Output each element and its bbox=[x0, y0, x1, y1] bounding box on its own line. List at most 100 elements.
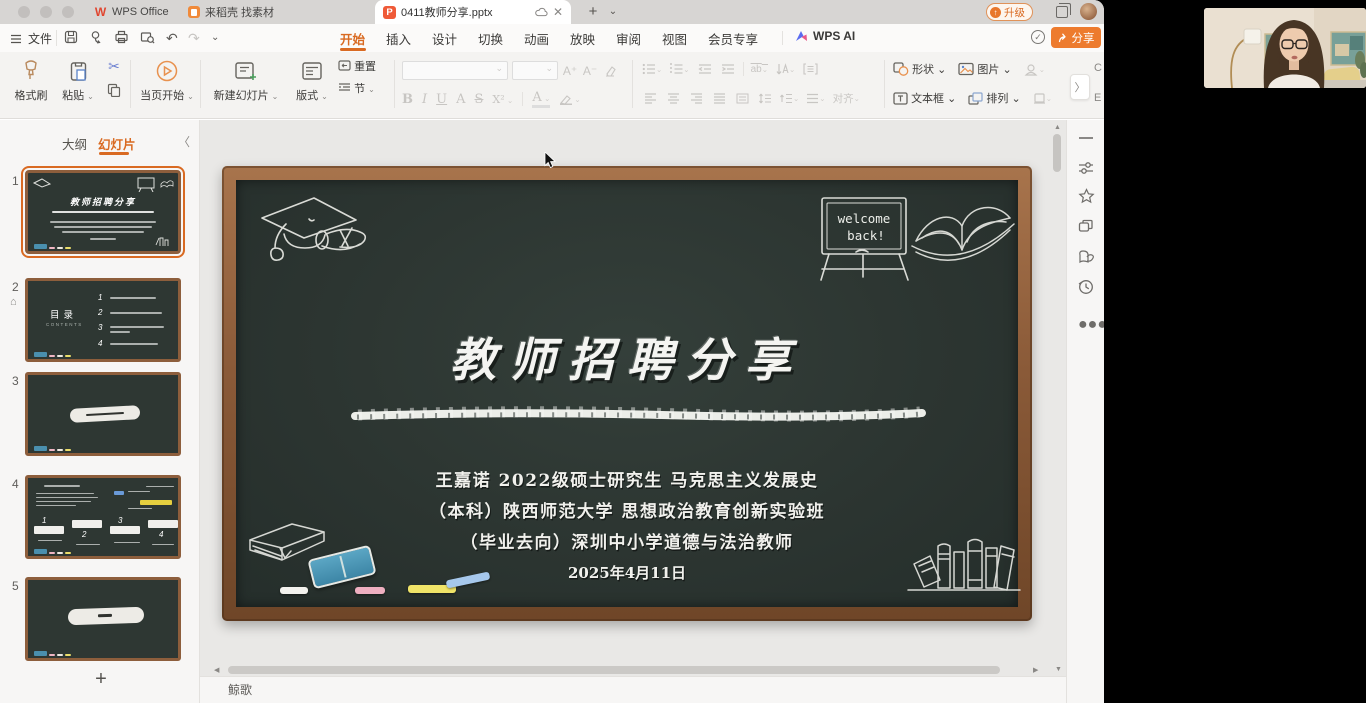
cut-icon[interactable]: ✂ bbox=[108, 58, 120, 75]
line-spacing-icon[interactable] bbox=[757, 90, 773, 106]
textbox-button[interactable]: 文本框 ⌄ bbox=[893, 90, 956, 106]
highlight-color-icon[interactable]: ⌄ bbox=[559, 91, 580, 107]
ribbon-expand-button[interactable]: 〉 bbox=[1070, 74, 1090, 100]
arrange-button[interactable]: 排列 ⌄ bbox=[968, 90, 1020, 106]
text-direction-icon[interactable]: ab ⌄ bbox=[751, 61, 768, 77]
slide-thumbnail-4[interactable]: 1 2 3 4 bbox=[25, 475, 181, 559]
picture-button[interactable]: 图片 ⌄ bbox=[958, 61, 1011, 77]
menu-tab-insert[interactable]: 插入 bbox=[386, 29, 411, 48]
print-icon[interactable] bbox=[114, 30, 129, 44]
slide-canvas[interactable]: welcome back! bbox=[200, 120, 1066, 676]
superscript-button[interactable]: X² ⌄ bbox=[492, 93, 513, 106]
tab-outline[interactable]: 大纲 bbox=[62, 134, 87, 153]
align-right-icon[interactable] bbox=[688, 90, 704, 106]
decrease-font-icon[interactable]: A⁻ bbox=[582, 63, 598, 79]
font-size-select[interactable] bbox=[512, 61, 558, 80]
character-button[interactable]: A bbox=[456, 92, 465, 107]
selection-pane-icon[interactable] bbox=[1078, 219, 1094, 234]
favorites-star-icon[interactable] bbox=[1078, 188, 1095, 204]
underline-button[interactable]: U bbox=[436, 92, 447, 107]
upgrade-button[interactable]: ↑ 升级 bbox=[986, 3, 1033, 21]
align-center-icon[interactable] bbox=[665, 90, 681, 106]
print-preview-icon[interactable] bbox=[140, 30, 155, 44]
save-icon[interactable] bbox=[64, 30, 78, 44]
sort-text-icon[interactable]: ⌄ bbox=[775, 61, 795, 77]
layout-button[interactable]: 版式 ⌄ bbox=[288, 58, 336, 103]
format-painter-button[interactable]: 格式刷 bbox=[8, 58, 54, 103]
paragraph-spacing-icon[interactable]: ⌄ bbox=[780, 90, 799, 106]
tab-list-chevron-icon[interactable]: ⌄ bbox=[604, 6, 622, 17]
slide-thumbnail-2[interactable]: 目录 CONTENTS 1 2 3 4 bbox=[25, 278, 181, 362]
insert-media-icon[interactable]: ⌄ bbox=[1024, 61, 1045, 77]
slide-thumbnail-3[interactable] bbox=[25, 372, 181, 456]
collapse-toolbar-icon[interactable] bbox=[1078, 136, 1094, 140]
bold-button[interactable]: B bbox=[402, 92, 413, 107]
strikethrough-button[interactable]: S bbox=[475, 92, 484, 107]
slide-body-text[interactable]: 王嘉诺 2022级硕士研究生 马克思主义发展史 （本科）陕西师范大学 思想政治教… bbox=[222, 466, 1032, 559]
paste-button[interactable]: 粘贴 ⌄ bbox=[56, 58, 100, 103]
menu-tab-home[interactable]: 开始 bbox=[340, 29, 365, 48]
redo-icon[interactable]: ↷ bbox=[188, 30, 200, 47]
menu-tab-transition[interactable]: 切换 bbox=[478, 29, 503, 48]
wps-ai-menu[interactable]: WPS AI bbox=[795, 29, 855, 43]
vertical-scrollbar[interactable] bbox=[1053, 134, 1061, 172]
tab-presentation-file[interactable]: P 0411教师分享.pptx ✕ bbox=[375, 0, 571, 24]
menu-tab-design[interactable]: 设计 bbox=[432, 29, 457, 48]
reset-button[interactable]: 重置 bbox=[338, 58, 376, 74]
clear-format-icon[interactable] bbox=[602, 63, 618, 79]
increase-font-icon[interactable]: A⁺ bbox=[562, 63, 578, 79]
export-icon[interactable] bbox=[90, 30, 104, 44]
slide-thumbnail-5[interactable] bbox=[25, 577, 181, 661]
scroll-left-arrow[interactable]: ◀ bbox=[214, 666, 219, 674]
undo-icon[interactable]: ↶ bbox=[166, 30, 178, 47]
menu-tab-slideshow[interactable]: 放映 bbox=[570, 29, 595, 48]
add-slide-button[interactable]: + bbox=[90, 668, 112, 691]
decrease-indent-icon[interactable] bbox=[697, 61, 713, 77]
scroll-down-arrow[interactable]: ▼ bbox=[1055, 666, 1062, 673]
distribute-text-icon[interactable] bbox=[734, 90, 750, 106]
tab-slides[interactable]: 幻灯片 bbox=[98, 134, 136, 153]
share-button[interactable]: 分享 bbox=[1051, 27, 1101, 48]
menu-tab-animation[interactable]: 动画 bbox=[524, 29, 549, 48]
align-left-icon[interactable] bbox=[642, 90, 658, 106]
insert-object-icon[interactable]: ⌄ bbox=[1033, 90, 1052, 106]
material-library-icon[interactable] bbox=[1078, 249, 1095, 265]
menu-tab-review[interactable]: 审阅 bbox=[616, 29, 641, 48]
font-family-select[interactable] bbox=[402, 61, 508, 80]
shapes-button[interactable]: 形状 ⌄ bbox=[893, 61, 946, 77]
tab-docer[interactable]: 来稻壳 找素材 bbox=[180, 0, 282, 24]
copy-icon[interactable] bbox=[107, 83, 121, 97]
quick-toolbar-chevron-icon[interactable]: ⌄ bbox=[211, 32, 219, 43]
increase-indent-icon[interactable] bbox=[720, 61, 736, 77]
properties-icon[interactable] bbox=[1078, 160, 1094, 176]
collapse-panel-icon[interactable]: 〈 bbox=[178, 133, 190, 150]
section-button[interactable]: 节 ⌄ bbox=[338, 80, 375, 96]
traffic-light-zoom[interactable] bbox=[62, 6, 74, 18]
numbered-list-icon[interactable]: ⌄ bbox=[669, 61, 689, 77]
scroll-right-arrow[interactable]: ▶ bbox=[1033, 666, 1038, 674]
font-color-button[interactable]: A ⌄ bbox=[532, 90, 550, 108]
more-tools-icon[interactable]: ●●● bbox=[1078, 316, 1104, 334]
bullet-list-icon[interactable]: ⌄ bbox=[642, 61, 662, 77]
user-avatar[interactable] bbox=[1080, 3, 1097, 20]
menu-tab-view[interactable]: 视图 bbox=[662, 29, 687, 48]
traffic-light-minimize[interactable] bbox=[40, 6, 52, 18]
new-slide-button[interactable]: 新建幻灯片 ⌄ bbox=[206, 58, 286, 103]
traffic-light-close[interactable] bbox=[18, 6, 30, 18]
file-menu[interactable]: 文件 bbox=[10, 30, 52, 47]
play-from-current-button[interactable]: 当页开始 ⌄ bbox=[136, 58, 198, 103]
slide-editor[interactable]: welcome back! bbox=[222, 166, 1032, 621]
notes-bar[interactable]: 鲸歌 bbox=[200, 676, 1066, 703]
row-spacing-icon[interactable]: ⌄ bbox=[806, 90, 825, 106]
menu-tab-member[interactable]: 会员专享 bbox=[708, 29, 758, 48]
horizontal-scrollbar[interactable] bbox=[228, 666, 1000, 674]
close-tab-icon[interactable]: ✕ bbox=[553, 5, 563, 19]
new-tab-button[interactable]: + bbox=[584, 3, 602, 20]
history-clock-icon[interactable] bbox=[1078, 279, 1094, 295]
slide-thumbnail-1[interactable]: 教师招聘分享 bbox=[25, 170, 181, 254]
slide-title[interactable]: 教师招聘分享 bbox=[222, 324, 1032, 390]
align-objects-button[interactable]: 对齐 ⌄ bbox=[833, 90, 860, 106]
text-box-settings-icon[interactable] bbox=[802, 61, 818, 77]
switch-window-icon[interactable] bbox=[1056, 6, 1068, 18]
scroll-up-arrow[interactable]: ▲ bbox=[1054, 124, 1061, 131]
